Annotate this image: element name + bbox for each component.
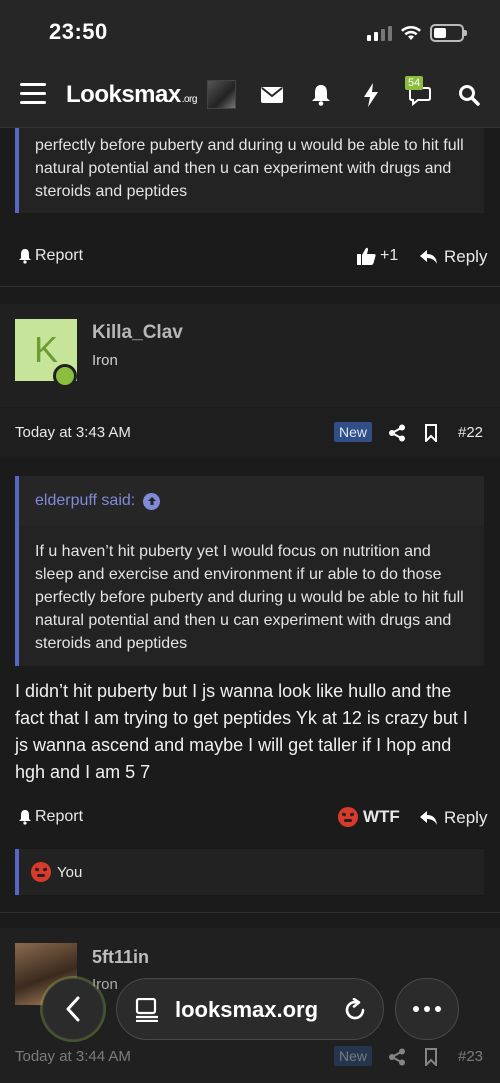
clock: 23:50 bbox=[49, 19, 108, 44]
wtf-emoji-icon bbox=[338, 807, 358, 827]
new-badge: New bbox=[334, 1046, 373, 1066]
more-options-button[interactable] bbox=[395, 978, 459, 1040]
new-badge-wrap: New bbox=[334, 422, 373, 442]
report-label: Report bbox=[35, 247, 84, 264]
reply-label: Reply bbox=[444, 808, 488, 827]
reply-button-previous[interactable]: Reply bbox=[420, 247, 487, 267]
url-text: looksmax.org bbox=[175, 997, 319, 1022]
reload-icon[interactable] bbox=[343, 998, 367, 1022]
logo-suffix: .org bbox=[181, 94, 198, 105]
new-badge-wrap: New bbox=[334, 1046, 373, 1066]
wtf-emoji-icon bbox=[31, 862, 51, 882]
bookmark-icon[interactable] bbox=[424, 1048, 438, 1066]
bell-icon[interactable] bbox=[308, 82, 334, 108]
post-user-title: Iron bbox=[92, 352, 118, 369]
quote-block-previous: perfectly before puberty and during u wo… bbox=[15, 128, 484, 213]
next-post-number[interactable]: #23 bbox=[458, 1048, 483, 1065]
chevron-left-icon bbox=[66, 996, 80, 1022]
dot-icon bbox=[413, 1006, 419, 1012]
post-number[interactable]: #22 bbox=[458, 424, 483, 441]
status-bar: 23:50 bbox=[0, 0, 500, 64]
reply-icon bbox=[420, 250, 437, 264]
post-body: I didn’t hit puberty but I js wanna look… bbox=[15, 681, 468, 782]
logo-text: Looksmax bbox=[66, 81, 181, 108]
like-count: +1 bbox=[380, 247, 399, 264]
user-avatar[interactable] bbox=[207, 80, 236, 109]
next-post-timestamp[interactable]: Today at 3:44 AM bbox=[15, 1048, 131, 1065]
post-username[interactable]: Killa_Clav bbox=[92, 322, 183, 344]
post-divider bbox=[0, 912, 500, 913]
online-indicator bbox=[53, 364, 77, 388]
next-post-meta: Today at 3:44 AM New #23 bbox=[0, 1040, 500, 1083]
quote-header[interactable]: elderpuff said: bbox=[19, 476, 484, 526]
back-button[interactable] bbox=[42, 978, 104, 1040]
tab-list-icon bbox=[135, 998, 158, 1022]
bookmark-icon[interactable] bbox=[424, 424, 438, 442]
conversations-badge: 54 bbox=[405, 76, 424, 90]
thumbs-up-icon bbox=[357, 247, 376, 265]
address-bar[interactable]: looksmax.org bbox=[116, 978, 384, 1040]
wtf-reaction-button[interactable]: WTF bbox=[338, 807, 400, 827]
quote-text: If u haven’t hit puberty yet I would foc… bbox=[35, 543, 464, 652]
quote-block: elderpuff said: If u haven’t hit puberty… bbox=[15, 476, 484, 666]
share-icon[interactable] bbox=[388, 1048, 406, 1066]
bell-icon bbox=[19, 810, 31, 825]
menu-icon[interactable] bbox=[20, 83, 46, 105]
post-divider bbox=[0, 286, 500, 287]
cellular-signal-icon bbox=[367, 26, 392, 41]
reply-icon bbox=[420, 811, 437, 825]
report-button[interactable]: Report bbox=[18, 808, 83, 826]
report-button-previous[interactable]: Report bbox=[18, 247, 83, 265]
dot-icon bbox=[424, 1006, 430, 1012]
wifi-icon bbox=[401, 26, 421, 40]
site-navbar: Looksmax.org 54 bbox=[0, 64, 500, 128]
reply-button[interactable]: Reply bbox=[420, 808, 487, 828]
dot-icon bbox=[435, 1006, 441, 1012]
like-button[interactable]: +1 bbox=[357, 247, 398, 265]
lightning-icon[interactable] bbox=[358, 82, 384, 108]
reaction-by: You bbox=[57, 863, 83, 881]
reply-label: Reply bbox=[444, 247, 488, 266]
reaction-label: WTF bbox=[363, 807, 400, 826]
quote-author[interactable]: elderpuff said: bbox=[35, 492, 135, 510]
site-logo[interactable]: Looksmax.org bbox=[66, 81, 197, 109]
share-icon[interactable] bbox=[388, 424, 406, 442]
report-label: Report bbox=[35, 808, 84, 825]
post-timestamp[interactable]: Today at 3:43 AM bbox=[15, 424, 131, 441]
bell-icon bbox=[19, 249, 31, 264]
battery-icon bbox=[430, 24, 467, 42]
search-icon[interactable] bbox=[456, 82, 482, 108]
quote-text: perfectly before puberty and during u wo… bbox=[35, 137, 464, 200]
new-badge: New bbox=[334, 422, 373, 442]
next-post-username[interactable]: 5ft11in bbox=[92, 947, 149, 968]
reactions-bar[interactable]: You bbox=[15, 849, 484, 895]
jump-to-quote-icon[interactable] bbox=[143, 492, 161, 510]
envelope-icon[interactable] bbox=[259, 82, 285, 108]
